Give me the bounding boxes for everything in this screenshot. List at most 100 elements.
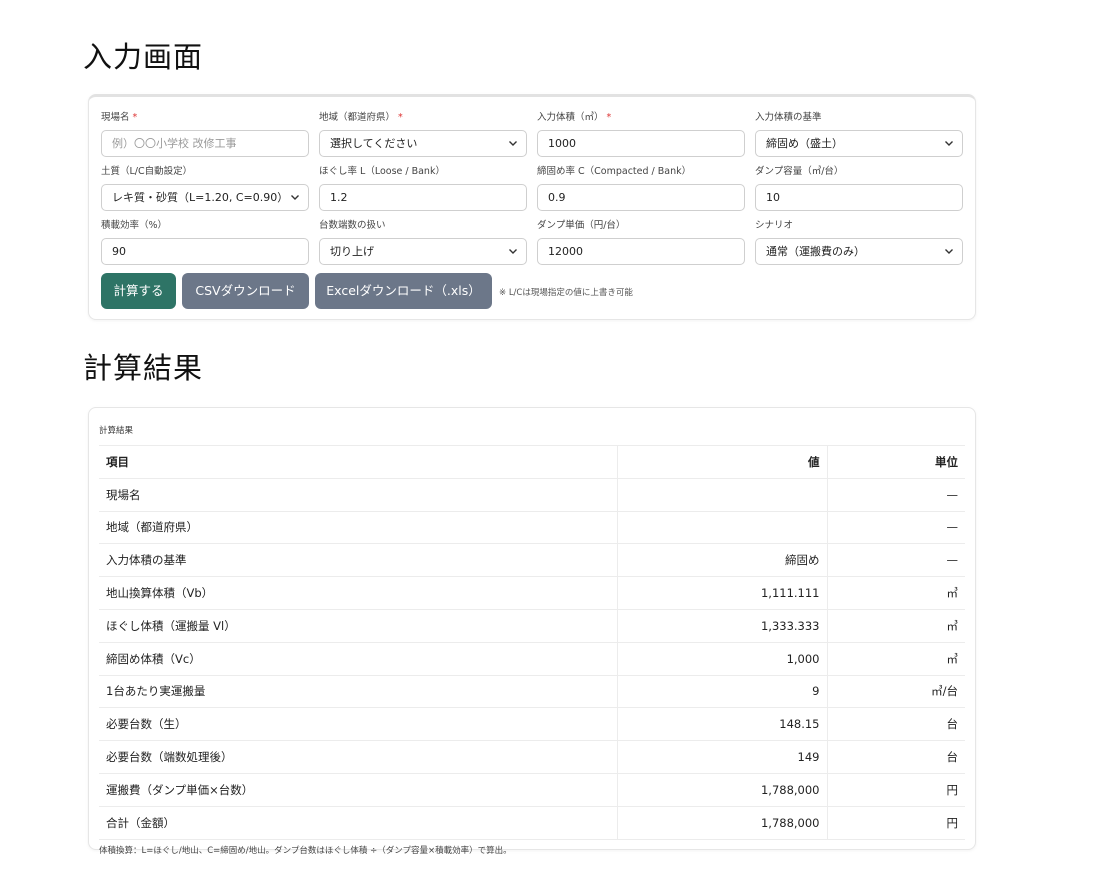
- table-row: 現場名 —: [99, 478, 965, 512]
- input-screen-title: 入力画面: [83, 40, 204, 74]
- volume-conversion-footnote: 体積換算：L=ほぐし/地山、C=締固め/地山。ダンプ台数はほぐし体積 ÷（ダンプ…: [99, 846, 512, 856]
- field-dump-capacity: ダンプ容量（㎥/台） 10: [755, 165, 963, 211]
- field-compact-rate-c: 締固め率 C（Compacted / Bank） 0.9: [537, 165, 745, 211]
- cell-item: 1台あたり実運搬量: [99, 675, 618, 709]
- field-dump-unit-price: ダンプ単価（円/台） 12000: [537, 219, 745, 265]
- required-mark: *: [132, 112, 138, 123]
- required-mark: *: [398, 112, 403, 123]
- cell-value: 1,111.111: [617, 576, 828, 610]
- csv-download-button[interactable]: CSVダウンロード: [182, 273, 309, 309]
- table-row: 締固め体積（Vc） 1,000 ㎥: [99, 642, 965, 676]
- load-efficiency-label: 積載効率（%）: [101, 219, 309, 233]
- soil-type-label-text: 土質（L/C自動設定）: [101, 166, 193, 177]
- field-input-volume: 入力体積（㎥） * 1000: [537, 111, 745, 157]
- cell-unit: 円: [827, 806, 965, 840]
- loose-rate-l-label: ほぐし率 L（Loose / Bank）: [319, 165, 527, 179]
- soil-type-label: 土質（L/C自動設定）: [101, 165, 309, 179]
- cell-value: 締固め: [617, 543, 828, 578]
- loose-rate-l-label-text: ほぐし率 L（Loose / Bank）: [319, 166, 445, 177]
- cell-value: 149: [617, 740, 828, 774]
- load-efficiency-input[interactable]: 90: [101, 238, 309, 265]
- region-label-text: 地域（都道府県）: [319, 112, 396, 123]
- cell-item: 必要台数（生）: [99, 707, 618, 742]
- loose-rate-l-input[interactable]: 1.2: [319, 184, 527, 211]
- chevron-down-icon: [509, 141, 517, 146]
- region-selected-value: 選択してください: [330, 137, 418, 150]
- dump-capacity-input[interactable]: 10: [755, 184, 963, 211]
- input-volume-label-text: 入力体積（㎥）: [537, 112, 604, 123]
- dump-capacity-label-text: ダンプ容量（㎥/台）: [755, 166, 844, 177]
- field-load-efficiency: 積載効率（%） 90: [101, 219, 309, 265]
- table-row: 地山換算体積（Vb） 1,111.111 ㎥: [99, 576, 965, 610]
- cell-value: 148.15: [617, 707, 828, 742]
- scenario-label: シナリオ: [755, 219, 963, 233]
- cell-unit: —: [827, 478, 965, 512]
- result-table: 項目 値 単位 現場名 — 地域（都道府県） — 入力体積の基準 締固め — 地山換算体積（V…: [99, 445, 965, 840]
- required-mark: *: [606, 112, 612, 123]
- cell-item: ほぐし体積（運搬量 Vl）: [99, 609, 618, 643]
- cell-item: 合計（金額）: [99, 806, 618, 840]
- scenario-select[interactable]: 通常（運搬費のみ）: [755, 238, 963, 265]
- cell-value: 1,788,000: [617, 773, 828, 807]
- cell-unit: —: [827, 511, 965, 545]
- soil-type-selected-value: レキ質・砂質（L=1.20, C=0.90）: [112, 191, 289, 204]
- site-name-input[interactable]: 例）〇〇小学校 改修工事: [101, 130, 309, 157]
- calculate-button[interactable]: 計算する: [101, 273, 176, 309]
- chevron-down-icon: [291, 195, 299, 200]
- compact-rate-c-label-text: 締固め率 C（Compacted / Bank）: [537, 166, 692, 177]
- soil-type-select[interactable]: レキ質・砂質（L=1.20, C=0.90）: [101, 184, 309, 211]
- scenario-label-text: シナリオ: [755, 220, 794, 231]
- cell-item: 入力体積の基準: [99, 543, 618, 578]
- truck-rounding-select[interactable]: 切り上げ: [319, 238, 527, 265]
- truck-rounding-label-text: 台数端数の扱い: [319, 220, 386, 231]
- compact-rate-c-input[interactable]: 0.9: [537, 184, 745, 211]
- table-row: 必要台数（端数処理後） 149 台: [99, 740, 965, 774]
- cell-unit: 台: [827, 740, 965, 774]
- dump-unit-price-input[interactable]: 12000: [537, 238, 745, 265]
- volume-basis-select[interactable]: 締固め（盛土）: [755, 130, 963, 157]
- field-region: 地域（都道府県） * 選択してください: [319, 111, 527, 157]
- cell-value: [617, 511, 828, 545]
- cell-item: 運搬費（ダンプ単価×台数）: [99, 773, 618, 807]
- chevron-down-icon: [945, 141, 953, 146]
- excel-download-button[interactable]: Excelダウンロード（.xls）: [315, 273, 492, 309]
- cell-unit: ㎥: [827, 642, 965, 676]
- input-volume-label: 入力体積（㎥） *: [537, 111, 745, 125]
- result-table-header: 項目 値 単位: [99, 445, 965, 479]
- volume-basis-label: 入力体積の基準: [755, 111, 963, 125]
- table-row: 入力体積の基準 締固め —: [99, 543, 965, 578]
- cell-item: 現場名: [99, 478, 618, 512]
- cell-unit: —: [827, 543, 965, 578]
- table-row: 必要台数（生） 148.15 台: [99, 707, 965, 742]
- truck-rounding-selected-value: 切り上げ: [330, 245, 374, 258]
- cell-value: 1,000: [617, 642, 828, 676]
- input-volume-input[interactable]: 1000: [537, 130, 745, 157]
- field-site-name: 現場名 * 例）〇〇小学校 改修工事: [101, 111, 309, 157]
- dump-unit-price-label-text: ダンプ単価（円/台）: [537, 220, 626, 231]
- field-truck-rounding: 台数端数の扱い 切り上げ: [319, 219, 527, 265]
- cell-unit: ㎥: [827, 609, 965, 643]
- cell-unit: ㎥/台: [827, 675, 965, 709]
- field-loose-rate-l: ほぐし率 L（Loose / Bank） 1.2: [319, 165, 527, 211]
- cell-item: 締固め体積（Vc）: [99, 642, 618, 676]
- chevron-down-icon: [945, 249, 953, 254]
- table-row: 1台あたり実運搬量 9 ㎥/台: [99, 675, 965, 709]
- field-scenario: シナリオ通常（運搬費のみ）: [755, 219, 963, 265]
- result-card: 計算結果 項目 値 単位 現場名 — 地域（都道府県） — 入力体積の基準 締固め — 地山換…: [88, 407, 976, 856]
- region-select[interactable]: 選択してください: [319, 130, 527, 157]
- region-label: 地域（都道府県） *: [319, 111, 527, 125]
- site-name-label: 現場名 *: [101, 111, 309, 125]
- field-volume-basis: 入力体積の基準締固め（盛土）: [755, 111, 963, 157]
- compact-rate-c-label: 締固め率 C（Compacted / Bank）: [537, 165, 745, 179]
- cell-value: 1,788,000: [617, 806, 828, 840]
- site-name-label-text: 現場名: [101, 112, 130, 123]
- table-row: 合計（金額） 1,788,000 円: [99, 806, 965, 840]
- cell-item: 地域（都道府県）: [99, 511, 618, 545]
- cell-unit: 円: [827, 773, 965, 807]
- result-caption: 計算結果: [99, 426, 134, 436]
- load-efficiency-label-text: 積載効率（%）: [101, 220, 168, 231]
- input-form-card: 現場名 * 例）〇〇小学校 改修工事 地域（都道府県） * 選択してください 入力体積（㎥）…: [88, 94, 976, 320]
- table-row: 運搬費（ダンプ単価×台数） 1,788,000 円: [99, 773, 965, 807]
- header-unit: 単位: [827, 445, 965, 479]
- table-row: 地域（都道府県） —: [99, 511, 965, 545]
